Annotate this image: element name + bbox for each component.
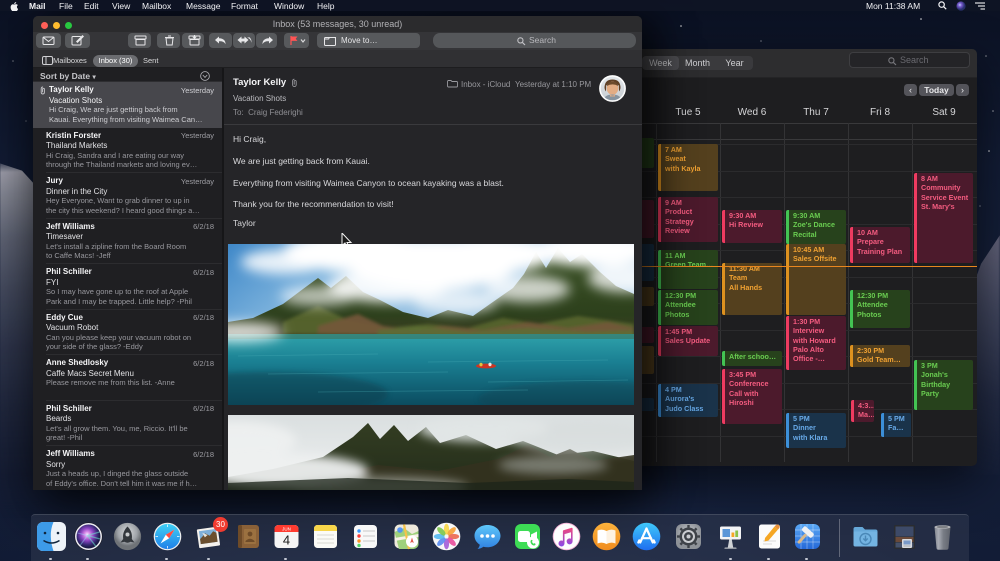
svg-text:JUN: JUN	[282, 527, 291, 532]
svg-text:4: 4	[282, 533, 289, 548]
